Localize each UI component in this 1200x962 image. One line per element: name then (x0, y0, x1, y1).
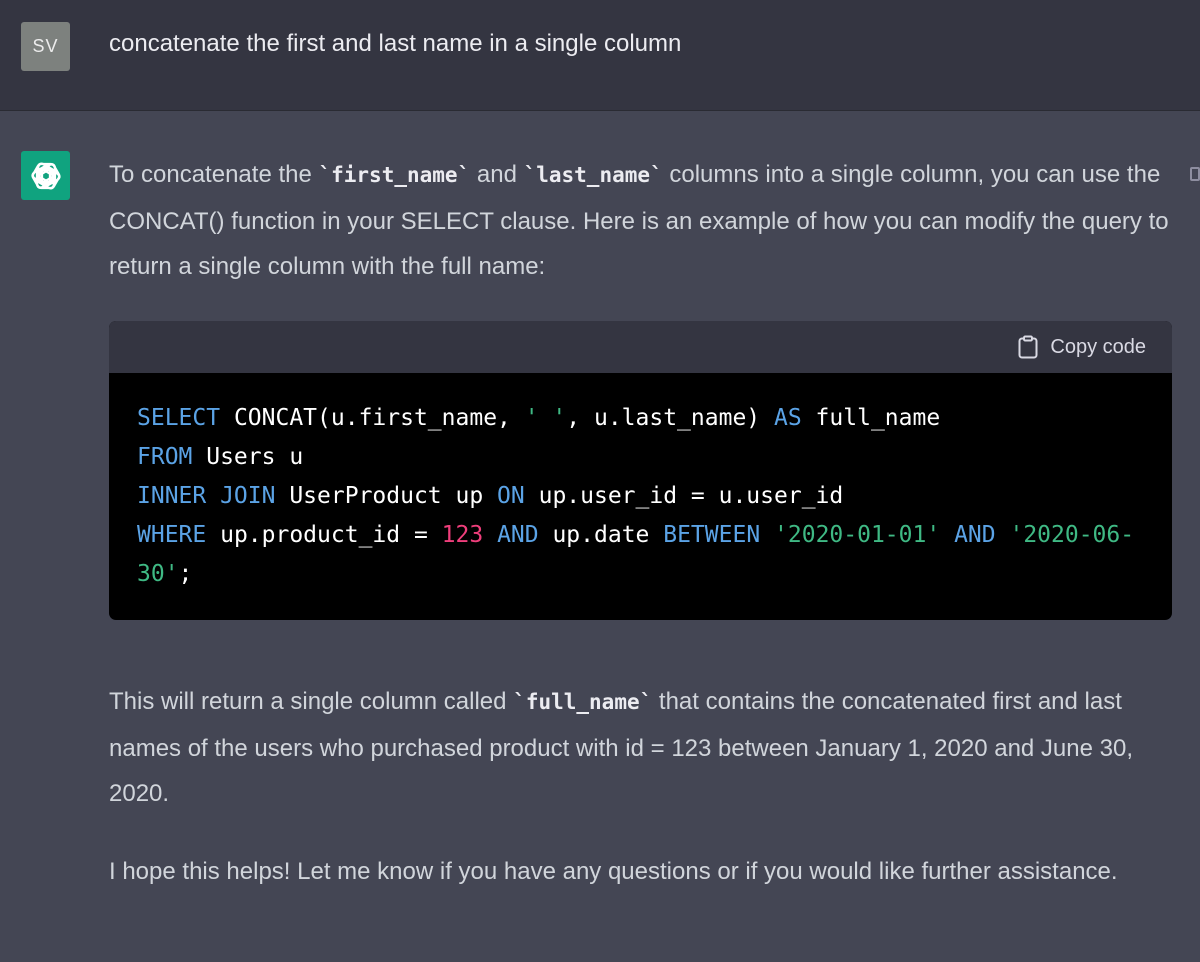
code-content: SELECT CONCAT(u.first_name, ' ', u.last_… (109, 373, 1172, 594)
code-line: INNER JOIN UserProduct up ON up.user_id … (137, 483, 844, 509)
clipboard-icon (1018, 335, 1038, 359)
user-message-text: concatenate the first and last name in a… (109, 30, 682, 57)
assistant-closing-paragraph: I hope this helps! Let me know if you ha… (109, 858, 1118, 885)
code-block: Copy code SELECT CONCAT(u.first_name, ' … (109, 321, 1172, 620)
assistant-message-row: To concatenate the `first_name` and `las… (0, 112, 1200, 962)
code-line: SELECT CONCAT(u.first_name, ' ', u.last_… (137, 405, 941, 431)
inline-code: `full_name` (513, 690, 653, 714)
code-line: FROM Users u (137, 444, 304, 470)
code-line: 30'; (137, 561, 193, 587)
assistant-result-paragraph: This will return a single column called … (109, 688, 1134, 807)
copy-code-label: Copy code (1050, 335, 1146, 358)
copy-message-icon[interactable] (1190, 167, 1200, 181)
copy-code-button[interactable]: Copy code (1018, 335, 1146, 359)
assistant-avatar (21, 151, 70, 200)
code-block-header: Copy code (109, 321, 1172, 373)
user-avatar: SV (21, 22, 70, 71)
inline-code: `first_name` (318, 163, 471, 187)
assistant-intro-paragraph: To concatenate the `first_name` and `las… (109, 161, 1169, 280)
user-message-row: SV concatenate the first and last name i… (0, 0, 1200, 111)
openai-logo-icon (30, 162, 61, 189)
inline-code: `last_name` (523, 163, 663, 187)
code-line: WHERE up.product_id = 123 AND up.date BE… (137, 522, 1135, 548)
